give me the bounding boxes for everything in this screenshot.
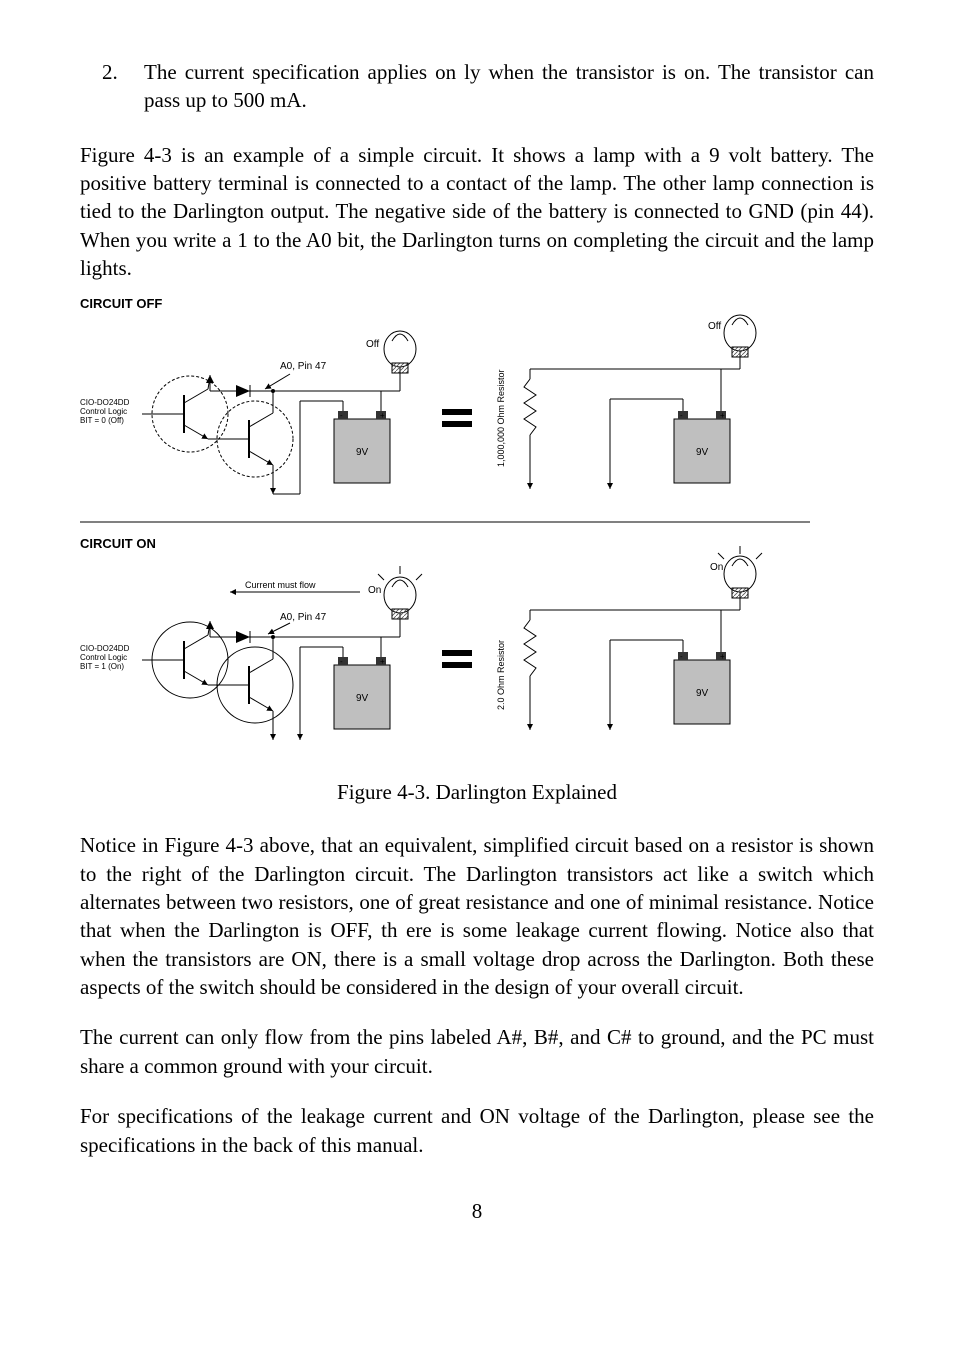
figure-caption: Figure 4-3. Darlington Explained <box>80 780 874 805</box>
equals-sign-on <box>442 650 472 668</box>
list-number: 2. <box>102 58 144 115</box>
battery-off-right: - + 9V <box>674 411 730 483</box>
paragraph-2: Notice in Figure 4-3 above, that an equi… <box>80 831 874 1001</box>
circuit-on-section: CIRCUIT ON Current must flow A0, Pin 47 <box>80 536 762 740</box>
battery-on-left: - + 9V <box>334 657 390 729</box>
list-item-2: 2. The current specification applies on … <box>80 58 874 115</box>
lamp-on-left: On <box>368 566 422 619</box>
lamp-off-label-2: Off <box>708 321 721 332</box>
svg-text:-: - <box>680 652 683 661</box>
circuit-off-section: CIRCUIT OFF A0, Pin 47 <box>80 296 756 494</box>
logic-on-l2: Control Logic <box>80 653 127 662</box>
lamp-on-label-1: On <box>368 585 381 596</box>
list-text: The current specification applies on ly … <box>144 58 874 115</box>
logic-off-l1: CIO-DO24DD <box>80 398 130 407</box>
equiv-circuit-off: 1,000,000 Ohm Resistor Off <box>496 315 756 489</box>
battery-on-right: - + 9V <box>674 652 730 724</box>
lamp-on-label-2: On <box>710 562 723 573</box>
svg-text:-: - <box>340 657 343 666</box>
lamp-off-right: Off <box>708 315 756 357</box>
lamp-on-right: On <box>710 546 762 598</box>
current-flow-label: Current must flow <box>245 580 316 590</box>
logic-off-l2: Control Logic <box>80 407 127 416</box>
paragraph-1: Figure 4-3 is an example of a simple cir… <box>80 141 874 283</box>
figure-4-3: CIRCUIT OFF A0, Pin 47 <box>80 294 874 805</box>
figure-svg: CIRCUIT OFF A0, Pin 47 <box>80 294 830 764</box>
lamp-off-left: Off <box>366 331 416 373</box>
equals-sign-off <box>442 409 472 427</box>
svg-text:+: + <box>380 411 385 420</box>
battery-v-4: 9V <box>696 688 709 699</box>
svg-text:+: + <box>720 652 725 661</box>
battery-v-3: 9V <box>356 693 369 704</box>
battery-v-1: 9V <box>356 447 369 458</box>
battery-off-left: - + 9V <box>334 411 390 483</box>
logic-on-l1: CIO-DO24DD <box>80 644 130 653</box>
page: 2. The current specification applies on … <box>0 0 954 1264</box>
lamp-off-label-1: Off <box>366 339 379 350</box>
logic-off-l3: BIT = 0 (Off) <box>80 416 124 425</box>
resistor-on-label: 2.0 Ohm Resistor <box>496 640 506 710</box>
svg-text:-: - <box>340 411 343 420</box>
pin-label-on: A0, Pin 47 <box>280 612 327 623</box>
paragraph-4: For specifications of the leakage curren… <box>80 1102 874 1159</box>
circuit-off-title: CIRCUIT OFF <box>80 296 162 311</box>
battery-v-2: 9V <box>696 447 709 458</box>
paragraph-3: The current can only flow from the pins … <box>80 1023 874 1080</box>
svg-text:-: - <box>680 411 683 420</box>
pin-label-off: A0, Pin 47 <box>280 361 327 372</box>
circuit-on-title: CIRCUIT ON <box>80 536 156 551</box>
svg-text:+: + <box>720 411 725 420</box>
page-number: 8 <box>80 1199 874 1224</box>
logic-on-l3: BIT = 1 (On) <box>80 662 124 671</box>
equiv-circuit-on: 2.0 Ohm Resistor On <box>496 546 762 730</box>
resistor-off-label: 1,000,000 Ohm Resistor <box>496 370 506 468</box>
svg-text:+: + <box>380 657 385 666</box>
